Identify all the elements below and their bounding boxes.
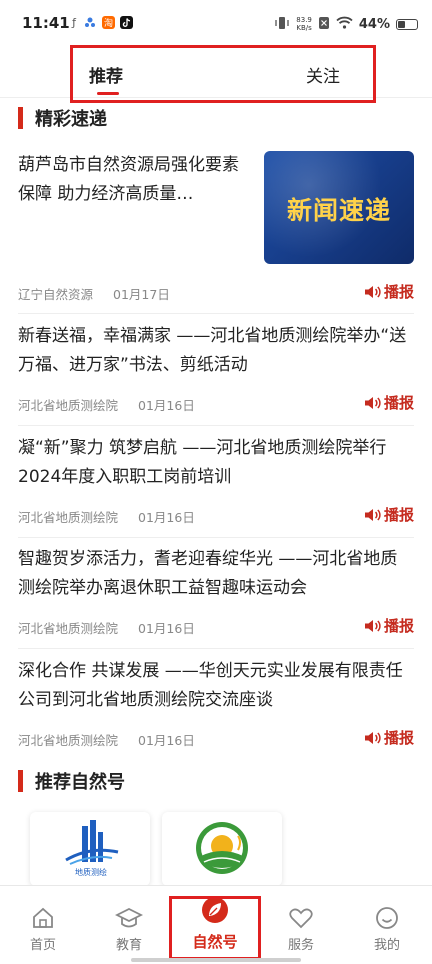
recommended-account-card[interactable] — [162, 812, 282, 886]
news-meta: 河北省地质测绘院 01月16日 — [18, 395, 195, 414]
broadcast-button[interactable]: 播报 — [364, 281, 414, 302]
news-date: 01月16日 — [138, 621, 195, 636]
news-date: 01月16日 — [138, 510, 195, 525]
nav-item-education[interactable]: 教育 — [86, 886, 172, 956]
nav-item-mine[interactable]: 我的 — [344, 886, 430, 956]
recommended-account-card[interactable]: 地质测绘 — [30, 812, 150, 886]
news-source: 河北省地质测绘院 — [18, 510, 119, 525]
nav-item-home[interactable]: 首页 — [0, 886, 86, 956]
news-headline[interactable]: 深化合作 共谋发展 ——华创天元实业发展有限责任公司到河北省地质测绘院交流座谈 — [18, 657, 414, 715]
news-headline[interactable]: 葫芦岛市自然资源局强化要素保障 助力经济高质量… — [18, 151, 248, 209]
speaker-icon — [364, 508, 381, 521]
highlight-box — [169, 896, 261, 960]
heart-icon — [289, 908, 313, 929]
sim-off-icon — [318, 16, 330, 33]
news-source: 河北省地质测绘院 — [18, 398, 119, 413]
section-header-recommended: 推荐自然号 — [18, 768, 125, 794]
news-meta: 河北省地质测绘院 01月16日 — [18, 618, 195, 637]
gesture-home-bar[interactable] — [131, 958, 301, 962]
notification-taobao-icon: 淘 — [102, 16, 115, 30]
home-icon — [33, 907, 53, 928]
wifi-icon — [336, 16, 353, 32]
news-headline[interactable]: 凝“新”聚力 筑梦启航 ——河北省地质测绘院举行2024年度入职职工岗前培训 — [18, 434, 414, 492]
speaker-icon — [364, 396, 381, 409]
news-date: 01月16日 — [138, 398, 195, 413]
news-item[interactable]: 深化合作 共谋发展 ——华创天元实业发展有限责任公司到河北省地质测绘院交流座谈 … — [18, 657, 414, 761]
farm-sun-logo-icon — [196, 822, 248, 874]
broadcast-button[interactable]: 播报 — [364, 392, 414, 413]
vibrate-icon — [274, 16, 290, 33]
network-speed: 83.9 KB/s — [296, 16, 312, 32]
top-tab-bar: 推荐 关注 — [0, 44, 432, 103]
svg-text:淘: 淘 — [104, 17, 113, 28]
broadcast-button[interactable]: 播报 — [364, 615, 414, 636]
news-item[interactable]: 葫芦岛市自然资源局强化要素保障 助力经济高质量… 新闻速递 辽宁自然资源 01月… — [18, 151, 414, 314]
news-date: 01月16日 — [138, 733, 195, 748]
news-headline[interactable]: 智趣贺岁添活力，耆老迎春绽华光 ——河北省地质测绘院举办离退休职工益智趣味运动会 — [18, 545, 414, 603]
smiley-icon — [376, 907, 398, 929]
battery-percent: 44% — [358, 16, 390, 32]
building-logo-icon: 地质测绘 — [65, 820, 119, 877]
news-date: 01月17日 — [113, 287, 170, 302]
notification-tiktok-icon — [120, 16, 133, 30]
section-title: 推荐自然号 — [35, 772, 125, 793]
news-item[interactable]: 智趣贺岁添活力，耆老迎春绽华光 ——河北省地质测绘院举办离退休职工益智趣味运动会… — [18, 545, 414, 649]
battery-icon — [396, 18, 418, 30]
status-bar: 11:41 ƒ 淘 83.9 KB/s 44% — [0, 0, 432, 44]
speaker-icon — [364, 731, 381, 744]
section-header-highlights: 精彩速递 — [18, 105, 107, 131]
news-item[interactable]: 凝“新”聚力 筑梦启航 ——河北省地质测绘院举行2024年度入职职工岗前培训 河… — [18, 434, 414, 538]
section-title: 精彩速递 — [35, 109, 107, 130]
thumbnail-text: 新闻速递 — [286, 196, 391, 225]
news-thumbnail[interactable]: 新闻速递 — [264, 151, 414, 264]
section-accent-bar — [18, 107, 23, 129]
news-meta: 辽宁自然资源 01月17日 — [18, 284, 170, 303]
status-time: 11:41 — [22, 14, 70, 32]
news-source: 辽宁自然资源 — [18, 287, 94, 302]
broadcast-button[interactable]: 播报 — [364, 504, 414, 525]
section-accent-bar — [18, 770, 23, 792]
news-headline[interactable]: 新春送福，幸福满家 ——河北省地质测绘院举办“送万福、进万家”书法、剪纸活动 — [18, 322, 414, 380]
news-source: 河北省地质测绘院 — [18, 733, 119, 748]
notification-app-icon: ƒ — [72, 16, 76, 29]
highlight-box — [70, 45, 376, 103]
speaker-icon — [364, 619, 381, 632]
nav-item-service[interactable]: 服务 — [258, 886, 344, 956]
graduation-cap-icon — [115, 907, 143, 928]
speaker-icon — [364, 285, 381, 298]
news-meta: 河北省地质测绘院 01月16日 — [18, 507, 195, 526]
svg-text:地质测绘: 地质测绘 — [75, 867, 107, 877]
notification-baidu-icon — [84, 16, 96, 30]
news-item[interactable]: 新春送福，幸福满家 ——河北省地质测绘院举办“送万福、进万家”书法、剪纸活动 河… — [18, 322, 414, 426]
broadcast-button[interactable]: 播报 — [364, 727, 414, 748]
news-meta: 河北省地质测绘院 01月16日 — [18, 730, 195, 749]
news-source: 河北省地质测绘院 — [18, 621, 119, 636]
